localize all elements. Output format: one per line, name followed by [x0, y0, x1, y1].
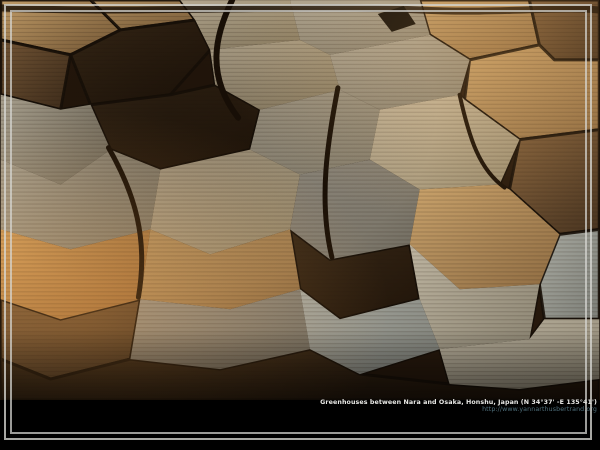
photo-caption: Greenhouses between Nara and Osaka, Hons… — [320, 399, 597, 413]
photo-artwork — [0, 0, 600, 400]
wallpaper-background: { "wallpaper": { "photo": { "description… — [0, 0, 600, 450]
caption-url: http://www.yannarthusbertrand.org — [320, 406, 597, 413]
greenhouses-aerial-photo — [0, 0, 600, 400]
caption-title: Greenhouses between Nara and Osaka, Hons… — [320, 399, 597, 406]
